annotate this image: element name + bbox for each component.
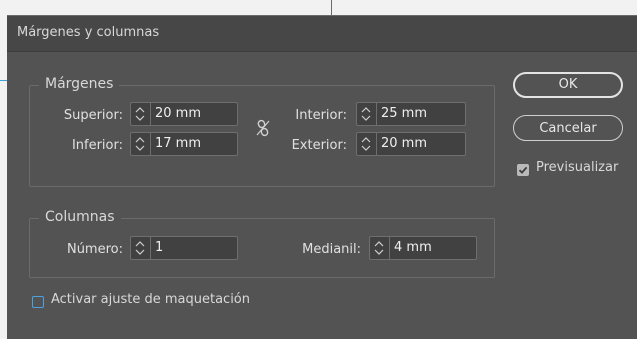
layout-adjust-checkbox[interactable] (32, 296, 44, 308)
stepper-arrows-icon (361, 137, 371, 151)
columns-legend: Columnas (39, 209, 121, 225)
outside-margin-value: 20 mm (381, 136, 428, 151)
stepper-arrows-icon (361, 107, 371, 121)
gutter-value: 4 mm (394, 240, 432, 255)
gutter-field[interactable]: 4 mm (369, 236, 477, 260)
stepper-arrows-icon (374, 241, 384, 255)
top-margin-value: 20 mm (155, 106, 202, 121)
gutter-label: Medianil: (302, 242, 361, 257)
bottom-margin-field[interactable]: 17 mm (130, 132, 238, 156)
ok-button[interactable]: OK (513, 72, 623, 98)
preview-label[interactable]: Previsualizar (536, 160, 618, 175)
inside-margin-stepper[interactable] (357, 103, 377, 125)
layout-adjust-label[interactable]: Activar ajuste de maquetación (51, 292, 250, 307)
stepper-arrows-icon (135, 241, 145, 255)
margins-columns-dialog: Márgenes y columnas Márgenes Superior: 2… (7, 15, 637, 339)
column-number-stepper[interactable] (131, 237, 151, 259)
gutter-stepper[interactable] (370, 237, 390, 259)
column-number-field[interactable]: 1 (130, 236, 238, 260)
dialog-titlebar[interactable]: Márgenes y columnas (7, 16, 637, 52)
inside-margin-field[interactable]: 25 mm (356, 102, 466, 126)
checkmark-icon (518, 166, 528, 174)
bottom-margin-value: 17 mm (155, 136, 202, 151)
outside-margin-stepper[interactable] (357, 133, 377, 155)
inside-margin-label: Interior: (295, 108, 347, 123)
dialog-title: Márgenes y columnas (17, 25, 160, 40)
inside-margin-value: 25 mm (381, 106, 428, 121)
cancel-button[interactable]: Cancelar (513, 115, 623, 141)
stepper-arrows-icon (135, 137, 145, 151)
outside-margin-label: Exterior: (291, 138, 347, 153)
stepper-arrows-icon (135, 107, 145, 121)
outside-margin-field[interactable]: 20 mm (356, 132, 466, 156)
top-margin-stepper[interactable] (131, 103, 151, 125)
bottom-margin-stepper[interactable] (131, 133, 151, 155)
background-guide-line (331, 0, 332, 16)
column-number-label: Número: (66, 242, 123, 257)
margins-legend: Márgenes (39, 76, 120, 92)
preview-checkbox[interactable] (517, 164, 529, 176)
bottom-margin-label: Inferior: (71, 138, 123, 153)
column-number-value: 1 (155, 240, 164, 255)
top-margin-field[interactable]: 20 mm (130, 102, 238, 126)
top-margin-label: Superior: (63, 108, 123, 123)
